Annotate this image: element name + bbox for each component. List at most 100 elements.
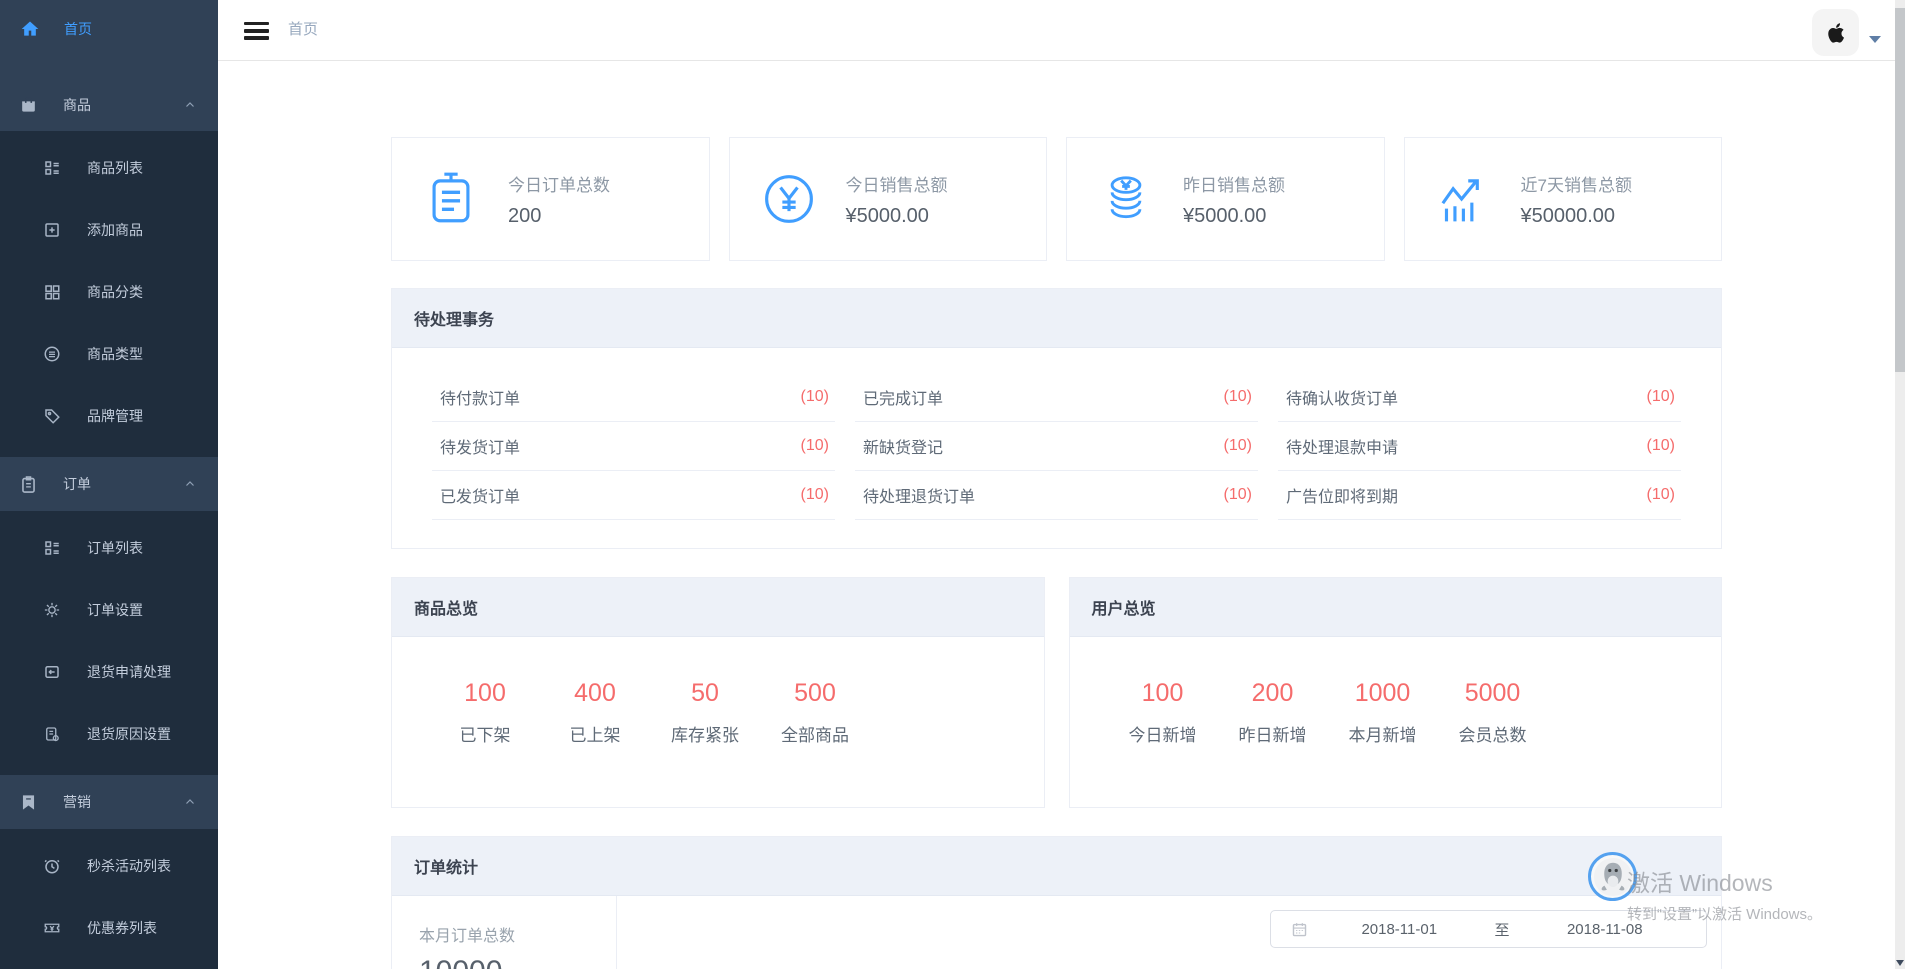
todo-item-completed[interactable]: 已完成订单 (10) xyxy=(855,373,1258,422)
chevron-down-icon[interactable] xyxy=(1869,36,1881,43)
sidebar-item-order-list[interactable]: 订单列表 xyxy=(0,517,218,579)
apple-logo-icon xyxy=(1823,20,1849,46)
sidebar-submenu-marketing: 秒杀活动列表 优惠券列表 xyxy=(0,829,218,969)
todo-count: (10) xyxy=(801,486,829,504)
scrollbar-thumb[interactable] xyxy=(1895,8,1905,372)
stat-total-members[interactable]: 5000 会员总数 xyxy=(1438,679,1548,746)
chevron-up-icon xyxy=(184,99,196,111)
sidebar-item-label: 订单设置 xyxy=(87,600,143,620)
todo-panel-header: 待处理事务 xyxy=(392,289,1721,348)
sidebar-item-product-category[interactable]: 商品分类 xyxy=(0,261,218,323)
todo-count: (10) xyxy=(1224,437,1252,455)
qq-penguin-icon xyxy=(1593,857,1633,897)
stat-card-label: 昨日销售总额 xyxy=(1183,171,1285,196)
vertical-scrollbar[interactable] xyxy=(1895,0,1905,969)
sidebar-item-label: 优惠券列表 xyxy=(87,918,157,938)
add-product-icon xyxy=(43,221,61,239)
sidebar-item-label: 商品类型 xyxy=(87,344,143,364)
sidebar-item-label: 商品列表 xyxy=(87,158,143,178)
sidebar-item-label: 秒杀活动列表 xyxy=(87,856,171,876)
sidebar-group-label: 订单 xyxy=(63,474,91,494)
todo-item-pending-ship[interactable]: 待发货订单 (10) xyxy=(432,422,835,471)
sidebar-item-order-setting[interactable]: 订单设置 xyxy=(0,579,218,641)
sidebar-item-return-reason[interactable]: 退货原因设置 xyxy=(0,703,218,765)
return-apply-icon xyxy=(43,663,61,681)
product-list-icon xyxy=(43,159,61,177)
user-overview-panel: 用户总览 100 今日新增 200 昨日新增 1000 本月新增 xyxy=(1069,577,1723,808)
date-range-picker[interactable]: 2018-11-01 至 2018-11-08 xyxy=(1270,910,1707,948)
stat-card-label: 今日订单总数 xyxy=(508,171,610,196)
stat-card-value: ¥50000.00 xyxy=(1521,205,1632,228)
sidebar-group-label: 商品 xyxy=(63,95,91,115)
todo-item-ad-expiring[interactable]: 广告位即将到期 (10) xyxy=(1278,471,1681,520)
sidebar-item-home[interactable]: 首页 xyxy=(0,0,218,58)
topbar: 首页 xyxy=(218,0,1905,61)
stat-off-shelf[interactable]: 100 已下架 xyxy=(430,679,540,746)
sidebar-item-brand[interactable]: 品牌管理 xyxy=(0,385,218,447)
sidebar-item-label: 退货原因设置 xyxy=(87,724,171,744)
user-overview-header: 用户总览 xyxy=(1070,578,1722,637)
trend-chart-icon xyxy=(1435,170,1493,228)
stat-card-week-sales: 近7天销售总额 ¥50000.00 xyxy=(1404,137,1723,261)
alarm-clock-icon xyxy=(43,857,61,875)
todo-grid: 待付款订单 (10) 已完成订单 (10) 待确认收货订单 (10) 待发货订单… xyxy=(392,348,1721,548)
order-clipboard-icon xyxy=(19,475,38,494)
calendar-icon xyxy=(1291,921,1308,938)
sidebar-item-label: 退货申请处理 xyxy=(87,662,171,682)
user-overview-stats: 100 今日新增 200 昨日新增 1000 本月新增 5000 会员总数 xyxy=(1070,637,1722,746)
stat-new-month[interactable]: 1000 本月新增 xyxy=(1328,679,1438,746)
todo-item-pending-payment[interactable]: 待付款订单 (10) xyxy=(432,373,835,422)
metric-label: 本月订单总数 xyxy=(419,922,616,946)
home-icon xyxy=(20,19,40,39)
sidebar-submenu-product: 商品列表 添加商品 商品分类 商品类型 品牌管理 xyxy=(0,131,218,457)
order-list-icon xyxy=(43,539,61,557)
product-type-icon xyxy=(43,345,61,363)
panel-title: 订单统计 xyxy=(414,854,478,878)
metric-value: 10000 xyxy=(419,955,616,969)
todo-item-out-of-stock[interactable]: 新缺货登记 (10) xyxy=(855,422,1258,471)
todo-count: (10) xyxy=(801,437,829,455)
return-reason-icon xyxy=(43,725,61,743)
stat-card-value: 200 xyxy=(508,205,610,228)
stat-card-label: 今日销售总额 xyxy=(846,171,948,196)
scrollbar-down-arrow-icon[interactable] xyxy=(1896,960,1904,966)
todo-item-confirm-receipt[interactable]: 待确认收货订单 (10) xyxy=(1278,373,1681,422)
coins-stack-icon xyxy=(1097,170,1155,228)
sidebar-item-coupon-list[interactable]: 优惠券列表 xyxy=(0,897,218,959)
sidebar-item-product-list[interactable]: 商品列表 xyxy=(0,137,218,199)
todo-item-return-order[interactable]: 待处理退货订单 (10) xyxy=(855,471,1258,520)
todo-count: (10) xyxy=(1647,486,1675,504)
todo-item-shipped[interactable]: 已发货订单 (10) xyxy=(432,471,835,520)
stat-new-yesterday[interactable]: 200 昨日新增 xyxy=(1218,679,1328,746)
chevron-up-icon xyxy=(184,478,196,490)
sidebar-group-marketing[interactable]: 营销 xyxy=(0,775,218,829)
stat-card-value: ¥5000.00 xyxy=(846,205,948,228)
sidebar-item-add-product[interactable]: 添加商品 xyxy=(0,199,218,261)
avatar[interactable] xyxy=(1812,9,1859,56)
bookmark-icon xyxy=(19,793,38,812)
sidebar-item-label: 首页 xyxy=(64,19,92,39)
order-stats-panel: 订单统计 本月订单总数 10000 2018-11-01 至 2018-11-0… xyxy=(391,836,1722,969)
date-end-value[interactable]: 2018-11-08 xyxy=(1514,921,1697,938)
stat-on-shelf[interactable]: 400 已上架 xyxy=(540,679,650,746)
hamburger-menu-icon[interactable] xyxy=(244,22,269,40)
stat-low-stock[interactable]: 50 库存紧张 xyxy=(650,679,760,746)
product-overview-panel: 商品总览 100 已下架 400 已上架 50 库存紧张 xyxy=(391,577,1045,808)
date-start-value[interactable]: 2018-11-01 xyxy=(1308,921,1491,938)
todo-panel: 待处理事务 待付款订单 (10) 已完成订单 (10) 待确认收货订单 (10)… xyxy=(391,288,1722,549)
yen-circle-icon xyxy=(760,170,818,228)
sidebar-item-label: 商品分类 xyxy=(87,282,143,302)
sidebar-item-flash-sale[interactable]: 秒杀活动列表 xyxy=(0,835,218,897)
sidebar-group-product[interactable]: 商品 xyxy=(0,78,218,132)
order-month-metric: 本月订单总数 10000 xyxy=(392,896,617,969)
clipboard-icon xyxy=(422,170,480,228)
qq-chat-float-button[interactable] xyxy=(1588,852,1637,901)
stat-all-products[interactable]: 500 全部商品 xyxy=(760,679,870,746)
sidebar-item-return-apply[interactable]: 退货申请处理 xyxy=(0,641,218,703)
stat-card-yesterday-sales: 昨日销售总额 ¥5000.00 xyxy=(1066,137,1385,261)
sidebar-group-order[interactable]: 订单 xyxy=(0,457,218,511)
todo-item-refund-apply[interactable]: 待处理退款申请 (10) xyxy=(1278,422,1681,471)
panel-title: 商品总览 xyxy=(414,595,478,619)
sidebar-item-product-type[interactable]: 商品类型 xyxy=(0,323,218,385)
stat-new-today[interactable]: 100 今日新增 xyxy=(1108,679,1218,746)
